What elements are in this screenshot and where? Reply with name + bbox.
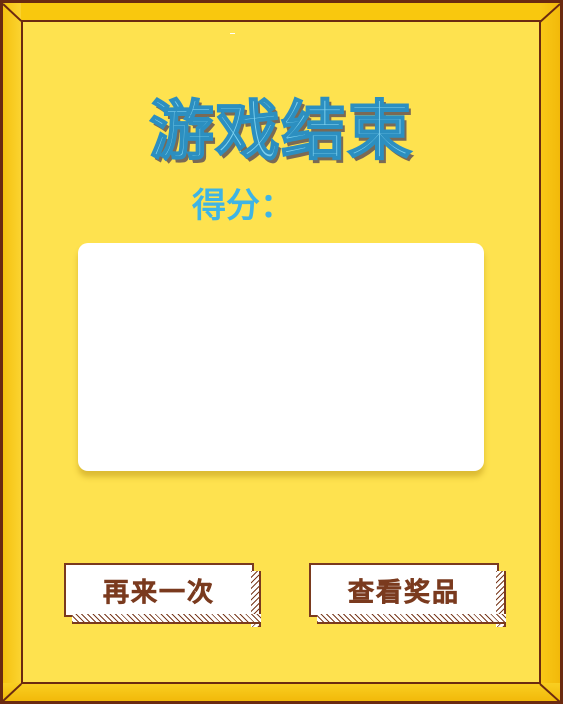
view-prizes-button[interactable]: 查看奖品 <box>309 563 506 627</box>
game-over-screen: 游戏结束 得分： 再来一次 查看奖品 <box>0 0 563 704</box>
score-panel <box>78 243 484 471</box>
replay-button[interactable]: 再来一次 <box>64 563 261 627</box>
score-label: 得分： <box>192 186 294 226</box>
view-prizes-button-shadow-bottom <box>317 614 506 624</box>
game-over-title: 游戏结束 <box>149 94 414 170</box>
decorative-dash <box>230 33 235 34</box>
view-prizes-button-label: 查看奖品 <box>347 577 460 608</box>
replay-button-label: 再来一次 <box>102 577 215 608</box>
replay-button-shadow-bottom <box>72 614 261 624</box>
frame-bevel-bottom <box>3 683 560 701</box>
